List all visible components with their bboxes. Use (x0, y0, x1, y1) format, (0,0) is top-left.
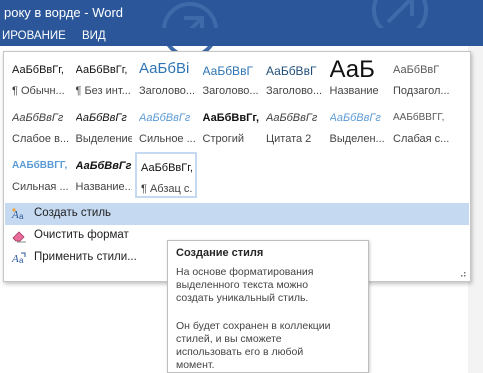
tab-view[interactable]: ВИД (82, 30, 106, 42)
style-tile-caption: ¶ Без инт... (75, 85, 131, 97)
style-tile-caption: Название (329, 85, 379, 97)
ribbon-tab-bar: ИРОВАНИЕ ВИД (0, 28, 483, 46)
style-tile[interactable]: АаБбВі Заголово... (135, 56, 197, 102)
style-tile[interactable]: АаБбВвГг, Строгий (199, 104, 261, 150)
style-tile-caption: Заголово... (202, 85, 259, 97)
tooltip-line: момент. (176, 359, 215, 371)
style-tile-caption: Выделен... (329, 133, 385, 145)
eraser-icon (12, 231, 26, 243)
style-tile-preview: АаБбВвГ (266, 64, 317, 78)
style-tile-caption: Строгий (202, 133, 245, 145)
style-tile-preview: ААБбВВГГ, (12, 160, 68, 171)
style-tile-caption: Слабое в... (12, 133, 68, 145)
style-tile[interactable]: АаБбВвГг Цитата 2 (262, 104, 324, 150)
style-tile-caption: Название... (75, 181, 132, 193)
resize-grip-icon[interactable] (458, 269, 466, 277)
title-bar: року в ворде - Word (0, 0, 483, 58)
style-tile-caption: Цитата 2 (266, 133, 312, 145)
style-tile-preview: АаБбВвГг, (202, 112, 260, 124)
style-tile[interactable]: АаБбВвГг, ¶ Абзац с... (135, 152, 197, 198)
create-style-tooltip: Создание стиля На основе форматирования … (167, 240, 369, 373)
style-tile-preview: ААБбВВГГ, (393, 112, 445, 123)
style-tile-caption: Заголово... (266, 85, 322, 97)
style-tile-preview: АаБбВвГг (329, 112, 381, 124)
style-tile-preview: АаБбВвГ (393, 64, 440, 76)
apply-styles-icon: A a (11, 252, 26, 265)
tooltip-line: создать уникальный стиль. (176, 292, 309, 304)
tab-review[interactable]: ИРОВАНИЕ (2, 30, 66, 42)
tooltip-line: На основе форматирования (176, 266, 314, 278)
style-tile-caption: Сильное ... (139, 133, 195, 145)
style-tile[interactable]: АаБбВвГг, ¶ Обычн... (8, 56, 70, 102)
style-tile[interactable]: АаБбВвГг, ¶ Без инт... (72, 56, 134, 102)
window-title: року в ворде - Word (4, 5, 124, 20)
style-tile-preview: АаБбВвГг, (75, 64, 128, 76)
clear-format-label: Очистить формат (34, 229, 129, 241)
style-tile[interactable]: АаБбВвГг Название... (72, 152, 134, 198)
svg-text:a: a (19, 256, 24, 265)
create-style-icon: A a (11, 208, 24, 221)
style-tile-preview: АаБбВвГг (75, 112, 127, 124)
style-tile-preview: АаБбВвГг, (141, 162, 193, 174)
style-tile[interactable]: АаБбВвГ Заголово... (199, 56, 261, 102)
style-tile-preview: АаБбВвГг (139, 112, 191, 124)
style-tile-preview: АаБбВвГг (12, 112, 64, 124)
create-style-menu-item[interactable]: A a Создать стиль (5, 203, 469, 225)
style-tile-preview: АаБбВі (139, 60, 190, 77)
style-tile-preview: АаБ (329, 56, 375, 83)
style-tile-preview: АаБбВвГг (266, 112, 318, 124)
tooltip-line: выделенного текста можно (176, 279, 309, 291)
tooltip-line: использовать его в любой (176, 346, 304, 358)
style-tile-preview: АаБбВвГ (202, 64, 253, 78)
style-tile-caption: Сильная ... (12, 181, 68, 193)
style-tile[interactable]: ААБбВВГГ, Слабая с... (389, 104, 451, 150)
style-tile-caption: Слабая с... (393, 133, 449, 145)
style-tile[interactable]: АаБбВвГ Подзагол... (389, 56, 451, 102)
style-tile[interactable]: АаБбВвГг Выделение (72, 104, 134, 150)
style-tile-caption: ¶ Абзац с... (141, 183, 193, 195)
style-tile-caption: Выделение (75, 133, 132, 145)
style-tile[interactable]: АаБбВвГг Слабое в... (8, 104, 70, 150)
svg-text:A: A (11, 253, 19, 265)
create-style-label: Создать стиль (34, 207, 112, 219)
style-tile-preview: АаБбВвГг, (12, 64, 64, 76)
style-tile[interactable]: АаБ Название (326, 56, 388, 102)
svg-text:a: a (19, 212, 24, 221)
style-tile[interactable]: АаБбВвГ Заголово... (262, 56, 324, 102)
style-tile[interactable]: АаБбВвГг Выделен... (326, 104, 388, 150)
style-tile[interactable]: ААБбВВГГ, Сильная ... (8, 152, 70, 198)
style-tile-preview: АаБбВвГг (75, 160, 132, 172)
apply-styles-label: Применить стили... (34, 251, 137, 263)
style-tile-caption: ¶ Обычн... (12, 85, 65, 97)
tooltip-line: стилей, и вы сможете (176, 333, 282, 345)
style-tile-caption: Заголово... (139, 85, 195, 97)
style-tile[interactable]: АаБбВвГг Сильное ... (135, 104, 197, 150)
tooltip-line: Он будет сохранен в коллекции (176, 320, 331, 332)
tooltip-title: Создание стиля (176, 247, 264, 259)
styles-gallery: АаБбВвГг, ¶ Обычн... АаБбВвГг, ¶ Без инт...… (8, 56, 464, 206)
style-tile-caption: Подзагол... (393, 85, 449, 97)
